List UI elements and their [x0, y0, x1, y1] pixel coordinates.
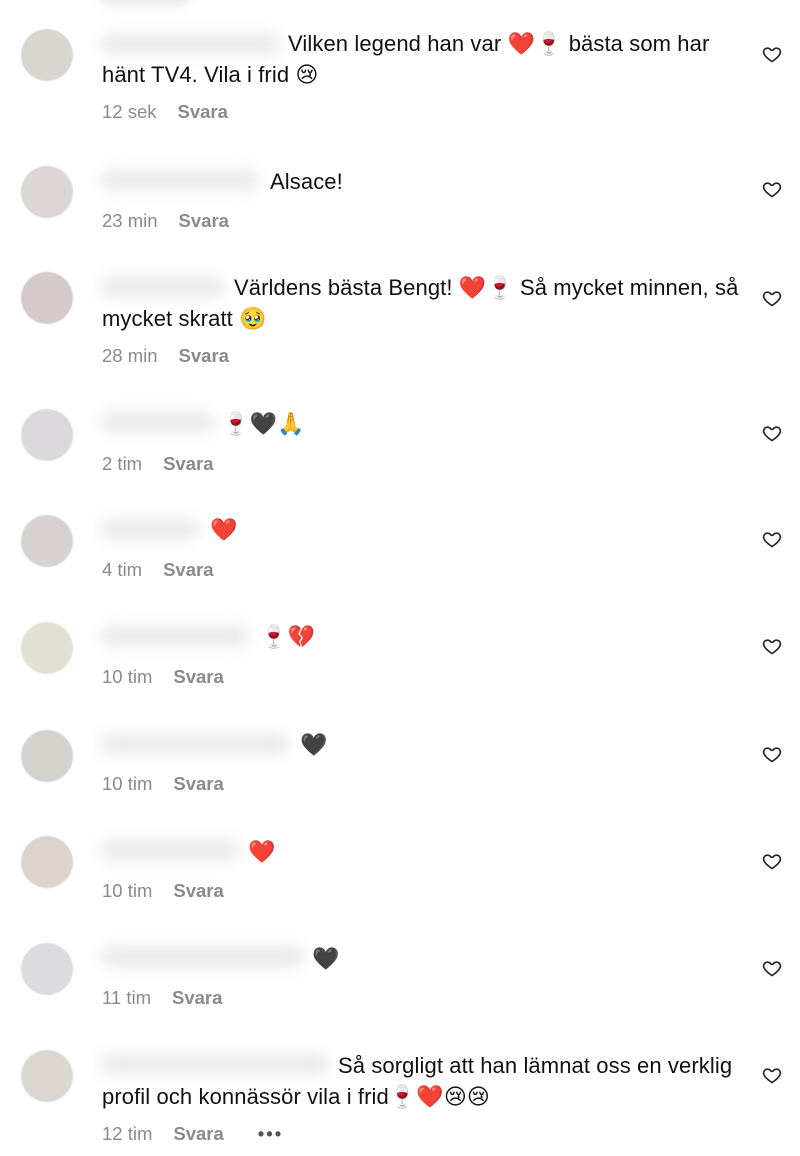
- reply-button[interactable]: Svara: [173, 666, 223, 688]
- comment-meta: 12 sek Svara: [102, 101, 228, 123]
- heart-icon[interactable]: [762, 529, 782, 549]
- comment-text: 🖤: [300, 732, 328, 757]
- heart-icon[interactable]: [762, 958, 782, 978]
- comment-time: 12 tim: [102, 1123, 153, 1144]
- reply-button[interactable]: Svara: [172, 987, 222, 1009]
- more-options-button[interactable]: •••: [258, 1123, 283, 1145]
- heart-icon[interactable]: [762, 1065, 782, 1085]
- reply-button[interactable]: Svara: [173, 880, 223, 902]
- comment-time: 28 min: [102, 345, 158, 366]
- reply-button[interactable]: Svara: [179, 210, 229, 232]
- comment-text: 🖤: [312, 946, 340, 971]
- comment-text: 🍷💔: [260, 624, 315, 649]
- avatar[interactable]: [21, 29, 73, 81]
- comment-time: 23 min: [102, 210, 158, 231]
- avatar[interactable]: [21, 836, 73, 888]
- heart-icon[interactable]: [762, 179, 782, 199]
- heart-icon[interactable]: [762, 44, 782, 64]
- comment-text: Så sorgligt att han lämnat oss en verkli…: [102, 1053, 739, 1109]
- comment-time: 2 tim: [102, 453, 143, 474]
- reply-button[interactable]: Svara: [178, 101, 228, 123]
- comment-text: Alsace!: [270, 169, 343, 194]
- reply-button[interactable]: Svara: [163, 559, 213, 581]
- previous-comment-fade: [100, 0, 190, 4]
- comment-time: 4 tim: [102, 559, 143, 580]
- reply-button[interactable]: Svara: [173, 1123, 223, 1145]
- comment-meta: 10 tim Svara: [102, 880, 224, 902]
- comment-meta: 4 tim Svara: [102, 559, 214, 581]
- reply-button[interactable]: Svara: [173, 773, 223, 795]
- comment-meta: 23 min Svara: [102, 210, 229, 232]
- heart-icon[interactable]: [762, 423, 782, 443]
- comment-time: 10 tim: [102, 773, 153, 794]
- heart-icon[interactable]: [762, 851, 782, 871]
- comment-time: 10 tim: [102, 666, 153, 687]
- comment-time: 10 tim: [102, 880, 153, 901]
- avatar[interactable]: [21, 409, 73, 461]
- avatar[interactable]: [21, 166, 73, 218]
- reply-button[interactable]: Svara: [163, 453, 213, 475]
- reply-button[interactable]: Svara: [179, 345, 229, 367]
- comment-time: 11 tim: [102, 987, 152, 1008]
- avatar[interactable]: [21, 1050, 73, 1102]
- comment-text: 🍷🖤🙏: [222, 411, 305, 436]
- avatar[interactable]: [21, 943, 73, 995]
- comment-text: Vilken legend han var ❤️🍷 bästa som har …: [102, 31, 716, 87]
- comment-time: 12 sek: [102, 101, 157, 122]
- comment-meta: 12 tim Svara •••: [102, 1123, 283, 1145]
- comment-text: ❤️: [210, 517, 238, 542]
- heart-icon[interactable]: [762, 288, 782, 308]
- comment-meta: 10 tim Svara: [102, 773, 224, 795]
- comment-meta: 28 min Svara: [102, 345, 229, 367]
- comment-text: Världens bästa Bengt! ❤️🍷 Så mycket minn…: [102, 275, 745, 331]
- heart-icon[interactable]: [762, 744, 782, 764]
- comment-meta: 11 tim Svara: [102, 987, 222, 1009]
- comment-meta: 2 tim Svara: [102, 453, 214, 475]
- avatar[interactable]: [21, 272, 73, 324]
- comment-meta: 10 tim Svara: [102, 666, 224, 688]
- avatar[interactable]: [21, 730, 73, 782]
- avatar[interactable]: [21, 515, 73, 567]
- comment-text: ❤️: [248, 839, 276, 864]
- heart-icon[interactable]: [762, 636, 782, 656]
- avatar[interactable]: [21, 622, 73, 674]
